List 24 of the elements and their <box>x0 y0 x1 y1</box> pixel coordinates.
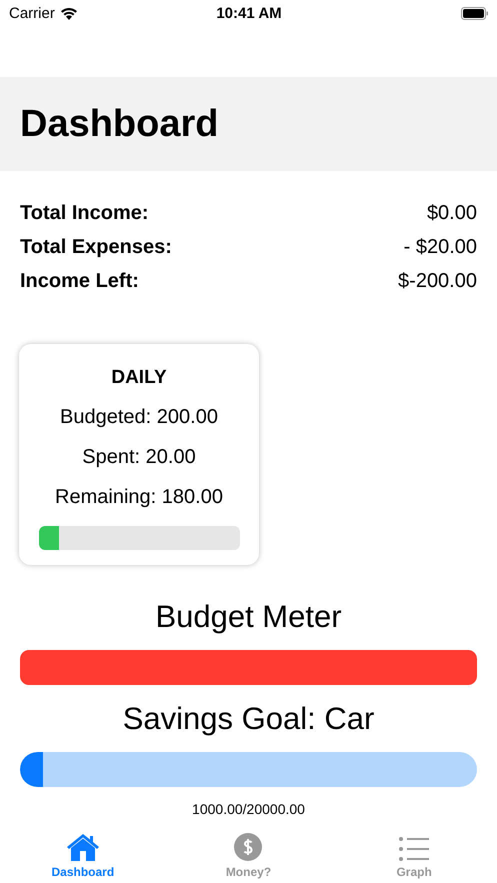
clock-time: 10:41 AM <box>216 5 282 22</box>
home-icon <box>66 833 100 861</box>
tab-item[interactable]: Graph <box>354 829 474 879</box>
carrier-label: Carrier <box>9 5 55 22</box>
card-text: Budgeted: 200.00 <box>60 406 218 429</box>
wifi-icon <box>60 7 78 20</box>
card-title: DAILY <box>111 367 167 389</box>
summary-value: - $20.00 <box>404 236 477 259</box>
savings-reading: 1000.00/20000.00 <box>191 801 306 817</box>
card-text: Spent: 20.00 <box>82 446 196 469</box>
summary-label: Total Income: <box>20 202 149 225</box>
page-title: Dashboard <box>20 102 218 146</box>
summary-value: $-200.00 <box>398 270 477 293</box>
battery-icon <box>461 7 489 20</box>
tab-item[interactable]: Dashboard <box>22 829 143 879</box>
summary-label: Total Expenses: <box>20 236 172 259</box>
summary-label: Income Left: <box>20 270 139 293</box>
tab-item[interactable]: Money? <box>188 829 308 879</box>
dollar-icon <box>234 833 262 861</box>
meter-title: Budget Meter <box>154 599 343 635</box>
list-icon <box>399 837 430 861</box>
savings-title: Savings Goal: Car <box>122 701 376 737</box>
summary-value: $0.00 <box>426 202 477 225</box>
card-text: Remaining: 180.00 <box>55 486 223 509</box>
